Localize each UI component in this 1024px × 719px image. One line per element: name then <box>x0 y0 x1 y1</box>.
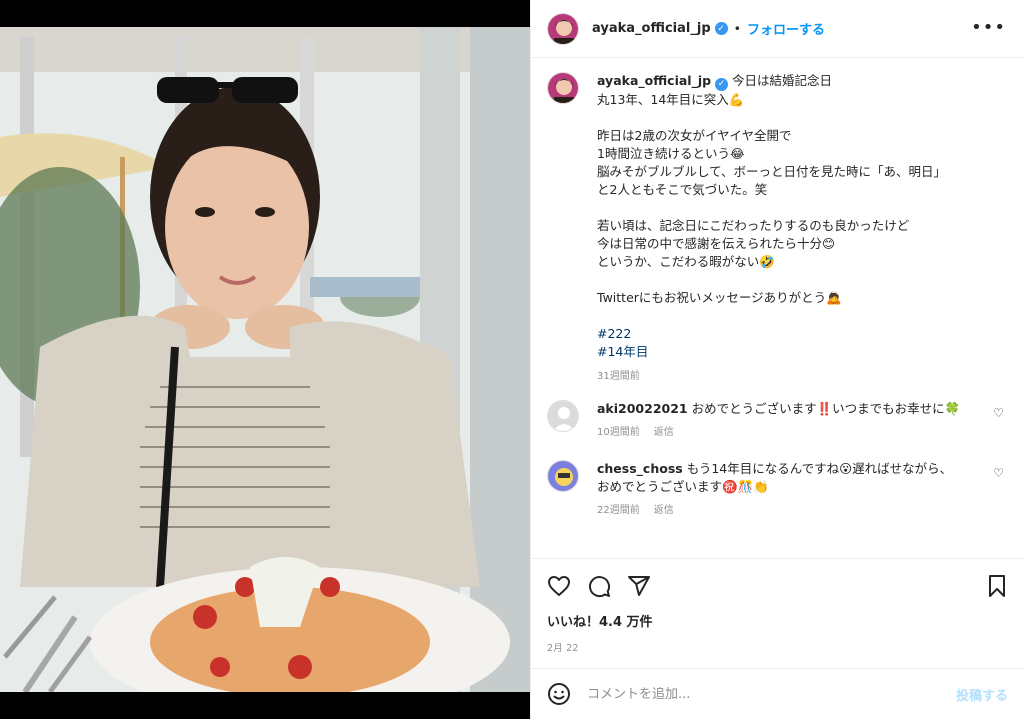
post-photo-pane <box>0 0 530 719</box>
comment-meta: 10週間前 返信 <box>597 424 978 442</box>
comment-body: aki20022021 おめでとうございます‼️いつまでもお幸せに🍀 10週間前… <box>597 400 1008 442</box>
post-side-panel: ayaka_official_jp ✓ • フォローする ••• ayaka_o… <box>530 0 1024 719</box>
avatar-image <box>548 460 578 491</box>
caption-line: 今日は結婚記念日 <box>732 73 833 88</box>
comment-timestamp[interactable]: 22週間前 <box>597 505 640 516</box>
avatar[interactable] <box>547 12 579 45</box>
caption-line: 今は日常の中で感謝を伝えられたら十分😊 <box>597 235 836 251</box>
comment-item: chess_choss もう14年目になるんですね😮遅ればせながら、 おめでとう… <box>547 459 1008 520</box>
avatar[interactable] <box>547 459 579 492</box>
post-actions: いいね！4.4 万件 2月 22 <box>531 558 1024 668</box>
photo-illustration <box>0 27 530 692</box>
caption-line: と2人ともそこで気づいた。笑 <box>597 181 768 197</box>
share-send-icon[interactable] <box>627 574 651 598</box>
reply-button[interactable]: 返信 <box>654 427 674 438</box>
caption-first-line: ayaka_official_jp ✓ 今日は結婚記念日 <box>597 72 1008 91</box>
comment-text: おめでとうございます‼️いつまでもお幸せに🍀 <box>691 400 961 416</box>
caption-line: 若い頃は、記念日にこだわったりするのも良かったけど <box>597 217 910 233</box>
caption-username[interactable]: ayaka_official_jp <box>597 73 711 88</box>
comment-bubble-icon[interactable] <box>587 574 611 598</box>
verified-badge-icon: ✓ <box>714 22 728 35</box>
comment-like-heart-icon[interactable]: ♡ <box>993 406 1004 420</box>
caption-timestamp[interactable]: 31週間前 <box>597 367 1008 382</box>
caption-line: というか、こだわる暇がない🤣 <box>597 253 775 269</box>
avatar[interactable] <box>547 72 579 104</box>
caption-line: 昨日は2歳の次女がイヤイヤ全開で <box>597 127 792 143</box>
post-photo[interactable] <box>0 27 530 692</box>
comment-input[interactable] <box>587 686 956 702</box>
like-heart-icon[interactable] <box>547 574 571 598</box>
comment-timestamp[interactable]: 10週間前 <box>597 427 640 438</box>
avatar-image <box>548 73 578 103</box>
caption-line: 1時間泣き続けるという😂 <box>597 145 745 161</box>
comment-like-heart-icon[interactable]: ♡ <box>993 466 1004 480</box>
emoji-smiley-icon[interactable] <box>547 682 571 706</box>
add-comment-bar: 投稿する <box>531 668 1024 719</box>
avatar[interactable] <box>547 399 579 432</box>
post-author-username[interactable]: ayaka_official_jp <box>592 21 711 36</box>
post-comment-button[interactable]: 投稿する <box>956 685 1008 704</box>
comment-text-continued: おめでとうございます㊗️🎊👏 <box>597 478 769 494</box>
caption-line: 丸13年、14年目に突入💪 <box>597 91 745 107</box>
action-icons-row <box>547 571 1008 601</box>
caption-line: 脳みそがブルブルして、ボーっと日付を見た時に「あ、明日」 <box>597 163 947 179</box>
post-date[interactable]: 2月 22 <box>547 640 1008 654</box>
hashtag-link[interactable]: #14年目 <box>597 343 1008 361</box>
verified-badge-icon: ✓ <box>715 77 729 91</box>
comment-username[interactable]: aki20022021 <box>597 401 688 416</box>
post-header: ayaka_official_jp ✓ • フォローする ••• <box>531 0 1024 58</box>
caption-body: ayaka_official_jp ✓ 今日は結婚記念日 丸13年、14年目に突入… <box>597 72 1008 382</box>
separator-dot: • <box>733 21 741 36</box>
comment-text: もう14年目になるんですね😮遅ればせながら、 <box>686 460 953 476</box>
save-bookmark-icon[interactable] <box>986 574 1008 598</box>
default-avatar-image <box>548 400 578 431</box>
caption: ayaka_official_jp ✓ 今日は結婚記念日 丸13年、14年目に突入… <box>547 72 1008 382</box>
comment-meta: 22週間前 返信 <box>597 502 978 520</box>
comment-username[interactable]: chess_choss <box>597 461 683 476</box>
avatar-image <box>548 13 578 44</box>
comment-body: chess_choss もう14年目になるんですね😮遅ればせながら、 おめでとう… <box>597 460 1008 520</box>
caption-text: ayaka_official_jp ✓ 今日は結婚記念日 丸13年、14年目に突入… <box>597 72 1008 361</box>
comment-item: aki20022021 おめでとうございます‼️いつまでもお幸せに🍀 10週間前… <box>547 399 1008 442</box>
likes-count[interactable]: いいね！4.4 万件 <box>547 611 1008 630</box>
comments-section: ayaka_official_jp ✓ 今日は結婚記念日 丸13年、14年目に突入… <box>531 58 1024 558</box>
hashtag-link[interactable]: #222 <box>597 325 1008 343</box>
caption-line: Twitterにもお祝いメッセージありがとう🙇 <box>597 289 842 305</box>
follow-button[interactable]: フォローする <box>747 19 825 38</box>
more-options-icon[interactable]: ••• <box>971 17 1006 38</box>
reply-button[interactable]: 返信 <box>654 505 674 516</box>
